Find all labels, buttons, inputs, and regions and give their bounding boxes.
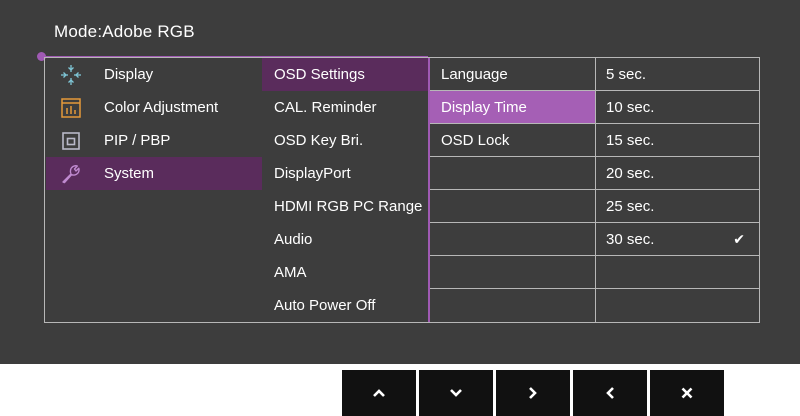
submenu-item-audio[interactable]: Audio [262, 223, 428, 256]
submenu-item-label: CAL. Reminder [274, 99, 377, 116]
empty-row [596, 256, 759, 289]
chevron-up-icon [372, 388, 386, 398]
value-label: 10 sec. [606, 98, 655, 116]
option-language[interactable]: Language [430, 58, 595, 91]
osd-settings-submenu: Language Display Time OSD Lock [430, 58, 596, 322]
value-label: 30 sec. [606, 230, 655, 248]
submenu-item-cal-reminder[interactable]: CAL. Reminder [262, 91, 428, 124]
main-menu: Display Color Adjustment PIP / PBP Syste… [45, 58, 262, 322]
wrench-icon [60, 163, 82, 185]
value-25-sec[interactable]: 25 sec. [596, 190, 759, 223]
right-button[interactable] [496, 370, 570, 416]
submenu-item-osd-settings[interactable]: OSD Settings [262, 58, 428, 91]
option-label: OSD Lock [441, 131, 510, 149]
menu-item-label: Display [104, 66, 154, 83]
mode-title: Mode:Adobe RGB [54, 22, 195, 41]
left-button[interactable] [573, 370, 647, 416]
value-10-sec[interactable]: 10 sec. [596, 91, 759, 124]
display-time-options: 5 sec. 10 sec. 15 sec. 20 sec. 25 sec. 3… [596, 58, 759, 322]
empty-row [430, 223, 595, 256]
submenu-item-label: AMA [274, 264, 307, 281]
menu-item-pip-pbp[interactable]: PIP / PBP [46, 124, 262, 157]
osd-menu: Mode:Adobe RGB Display Color Adjustment … [0, 0, 800, 364]
value-label: 20 sec. [606, 164, 655, 182]
option-display-time[interactable]: Display Time [430, 91, 595, 124]
display-icon [60, 64, 82, 86]
empty-row [596, 289, 759, 322]
value-15-sec[interactable]: 15 sec. [596, 124, 759, 157]
up-button[interactable] [342, 370, 416, 416]
menu-item-label: PIP / PBP [104, 132, 171, 149]
value-30-sec[interactable]: 30 sec. ✔ [596, 223, 759, 256]
menu-item-label: System [104, 165, 155, 182]
control-buttons [342, 370, 724, 416]
value-5-sec[interactable]: 5 sec. [596, 58, 759, 91]
empty-row [430, 157, 595, 190]
system-submenu: OSD Settings CAL. Reminder OSD Key Bri. … [262, 58, 430, 322]
option-osd-lock[interactable]: OSD Lock [430, 124, 595, 157]
close-button[interactable] [650, 370, 724, 416]
menu-item-color-adjustment[interactable]: Color Adjustment [46, 91, 262, 124]
submenu-item-ama[interactable]: AMA [262, 256, 428, 289]
option-label: Display Time [441, 98, 527, 116]
chevron-down-icon [449, 388, 463, 398]
submenu-item-label: Audio [274, 231, 313, 248]
checkmark-icon: ✔ [733, 230, 745, 247]
submenu-item-label: Auto Power Off [274, 297, 376, 314]
submenu-item-auto-power-off[interactable]: Auto Power Off [262, 289, 428, 322]
chevron-right-icon [528, 386, 538, 400]
value-label: 15 sec. [606, 131, 655, 149]
submenu-item-osd-key-bri[interactable]: OSD Key Bri. [262, 124, 428, 157]
menu-item-system[interactable]: System [46, 157, 262, 190]
submenu-item-label: HDMI RGB PC Range [274, 198, 423, 215]
close-icon [681, 387, 693, 399]
empty-row [430, 256, 595, 289]
value-label: 25 sec. [606, 197, 655, 215]
menu-item-label: Color Adjustment [104, 99, 219, 116]
submenu-item-label: OSD Settings [274, 66, 365, 83]
empty-row [430, 289, 595, 322]
option-label: Language [441, 65, 508, 83]
chevron-left-icon [605, 386, 615, 400]
submenu-item-displayport[interactable]: DisplayPort [262, 157, 428, 190]
pip-pbp-icon [60, 130, 82, 152]
empty-row [430, 190, 595, 223]
value-label: 5 sec. [606, 65, 647, 83]
submenu-item-label: DisplayPort [274, 165, 351, 182]
submenu-item-label: OSD Key Bri. [274, 132, 364, 149]
menu-frame: Display Color Adjustment PIP / PBP Syste… [44, 57, 760, 323]
menu-item-display[interactable]: Display [46, 58, 262, 91]
value-20-sec[interactable]: 20 sec. [596, 157, 759, 190]
color-adjustment-icon [60, 97, 82, 119]
submenu-item-hdmi-rgb-pc-range[interactable]: HDMI RGB PC Range [262, 190, 428, 223]
down-button[interactable] [419, 370, 493, 416]
